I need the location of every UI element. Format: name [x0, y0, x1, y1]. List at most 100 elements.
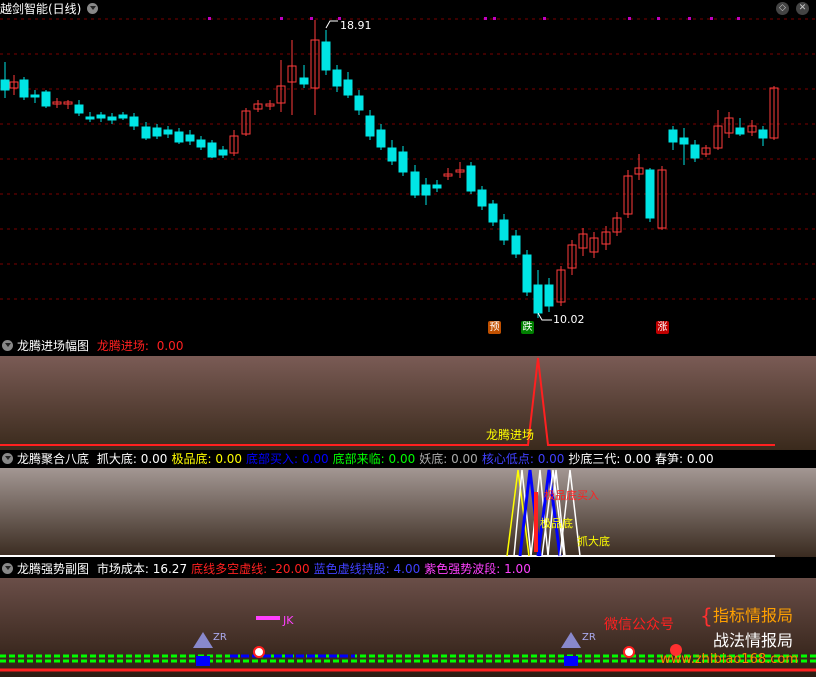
candle-body-43 — [477, 189, 487, 207]
candle-body-61 — [679, 137, 689, 145]
panel1-collapse-icon[interactable] — [2, 340, 13, 351]
panel2-item-2-name: 底部买入 — [246, 452, 295, 466]
candle-body-49 — [544, 284, 554, 307]
candle-body-47 — [522, 254, 532, 293]
panel2-item-3-value: 0.00 — [388, 452, 416, 466]
panel2-red-bar — [534, 492, 538, 552]
candle-body-15 — [163, 129, 173, 135]
candle-body-8 — [85, 116, 95, 120]
panel2-item-1-name: 极品底 — [171, 452, 208, 466]
p3-blue-block-1 — [196, 656, 210, 666]
candle-body-48 — [533, 284, 543, 314]
watermark-wechat: 微信公众号 — [604, 617, 674, 633]
candle-body-7 — [74, 104, 84, 114]
p3-marker-1 — [253, 646, 265, 658]
panel2-item-7-value: 0.00 — [686, 452, 714, 466]
zr-triangle-2 — [561, 632, 581, 648]
candle-body-13 — [141, 126, 151, 139]
panel2-chart[interactable]: 极品底买入 极品底 抓大底 — [0, 468, 816, 557]
candle-body-27 — [299, 77, 309, 85]
candle-body-62 — [690, 144, 700, 159]
restore-icon[interactable]: ◇ — [776, 2, 789, 15]
panel3-item-3-name: 紫色强势波段 — [424, 562, 497, 576]
candle-body-10 — [107, 116, 117, 121]
panel2-label-1: 极品底 — [540, 517, 573, 530]
panel2-item-4-name: 妖底 — [419, 452, 444, 466]
zr-label-1: ZR — [213, 632, 227, 643]
panel1-indicator-name: 龙腾进场 — [96, 339, 145, 353]
main-chart-panel[interactable]: 越剑智能(日线) ◇ ✕ 18.91 10.02 预 跌 涨 — [0, 0, 816, 337]
panel2-item-5-value: 0.00 — [537, 452, 565, 466]
panel1-chart[interactable]: 龙腾进场 — [0, 356, 816, 450]
candle-body-39 — [432, 184, 442, 189]
panel2-item-0-value: 0.00 — [140, 452, 168, 466]
marker-dot-7 — [628, 17, 631, 20]
brand-line1: 指标情报局 — [713, 606, 794, 625]
p3-blue-block-2 — [564, 656, 578, 666]
candle-body-38 — [421, 184, 431, 196]
panel2-item-0-name: 抓大底 — [96, 452, 133, 466]
collapse-icon[interactable] — [87, 3, 99, 14]
panel3-item-1-name: 底线多空虚线 — [191, 562, 264, 576]
candle-body-12 — [129, 116, 139, 127]
panel2-label-2: 抓大底 — [577, 535, 610, 548]
marker-dot-1 — [280, 17, 283, 20]
candle-body-3 — [30, 94, 40, 98]
candle-body-34 — [376, 129, 386, 148]
close-icon[interactable]: ✕ — [796, 2, 809, 15]
panel2-item-7-name: 春笋 — [655, 452, 680, 466]
high-pointer — [325, 20, 338, 29]
brand-brace-icon: { — [700, 604, 713, 628]
panel2-item-6-value: 0.00 — [624, 452, 651, 466]
panel3-item-2-name: 蓝色虚线持股 — [313, 562, 386, 576]
marker-dot-11 — [737, 17, 740, 20]
panel2-collapse-icon[interactable] — [2, 453, 13, 464]
marker-dot-8 — [657, 17, 660, 20]
tag-yu: 预 — [488, 321, 501, 334]
candle-body-11 — [118, 114, 128, 119]
candle-body-58 — [645, 169, 655, 219]
panel2-item-6-name: 抄底三代 — [568, 452, 617, 466]
panel3-item-0-name: 市场成本 — [96, 562, 145, 576]
jk-label: JK — [283, 614, 294, 627]
panel1-indicator-value: 0.00 — [156, 339, 184, 353]
panel1-title: 龙腾进场幅图 — [17, 339, 90, 353]
panel3-chart[interactable]: JK ZR ZR 微信公众号 { 指标情报局 战法情报局 www.zhibiao… — [0, 578, 816, 677]
candlestick-chart[interactable] — [0, 0, 816, 337]
candle-body-14 — [152, 127, 162, 137]
chart-title-bar: 越剑智能(日线) — [0, 1, 100, 17]
zr-triangle-1 — [193, 632, 213, 648]
panel2-title: 龙腾聚合八底 — [17, 452, 90, 466]
panel2-item-2-value: 0.00 — [301, 452, 329, 466]
zr-label-2: ZR — [582, 632, 596, 643]
panel1-header: 龙腾进场幅图 龙腾进场: 0.00 — [0, 337, 816, 355]
panel3-title: 龙腾强势副图 — [17, 562, 90, 576]
candle-body-44 — [488, 203, 498, 223]
panel3-header: 龙腾强势副图 市场成本: 16.27 底线多空虚线: -20.00 蓝色虚线持股: … — [0, 560, 816, 578]
panel3-item-3-value: 1.00 — [504, 562, 531, 576]
high-price-label: 18.91 — [340, 19, 372, 32]
jk-bar — [256, 616, 280, 620]
candle-body-68 — [758, 129, 768, 139]
panel3-collapse-icon[interactable] — [2, 563, 13, 574]
low-price-label: 10.02 — [553, 313, 585, 326]
panel3-item-1-value: -20.00 — [270, 562, 310, 576]
candle-body-0 — [0, 79, 10, 91]
candle-body-35 — [387, 147, 397, 162]
marker-dot-0 — [208, 17, 211, 20]
candle-body-33 — [365, 115, 375, 137]
brand-line2: 战法情报局 — [713, 631, 794, 650]
low-pointer — [537, 312, 552, 321]
candle-body-46 — [511, 235, 521, 255]
candle-body-4 — [41, 91, 51, 107]
panel1-line — [0, 357, 775, 446]
candle-body-32 — [354, 95, 364, 111]
panel1-annotation: 龙腾进场 — [486, 428, 535, 442]
panel2-label-0: 极品底买入 — [544, 489, 599, 502]
candle-body-16 — [174, 131, 184, 143]
candle-body-17 — [185, 134, 195, 142]
marker-dot-9 — [688, 17, 691, 20]
panel2-item-3-name: 底部来临 — [332, 452, 381, 466]
candle-body-9 — [96, 114, 106, 119]
site-watermark: www.zhibiao168.com — [660, 652, 799, 667]
